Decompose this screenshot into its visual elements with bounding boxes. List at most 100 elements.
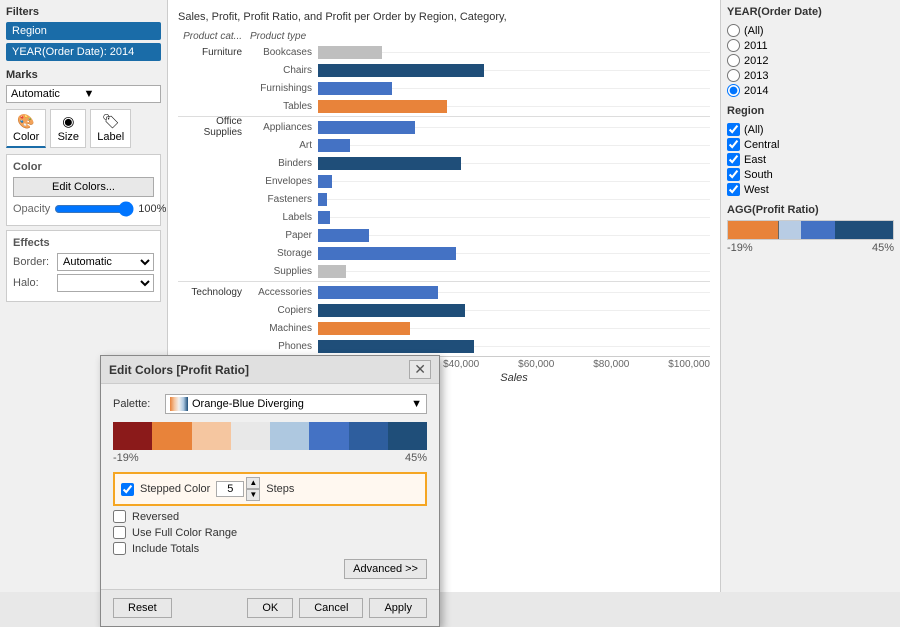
subcategory-label: Envelopes (248, 176, 318, 187)
bar (318, 193, 327, 206)
steps-down-arrow[interactable]: ▼ (246, 489, 260, 501)
color-step-1[interactable] (113, 422, 152, 450)
dialog-title: Edit Colors [Profit Ratio] (109, 363, 249, 377)
steps-input[interactable]: 5 (216, 481, 244, 497)
bar (318, 64, 484, 77)
region-checkbox-item: Central (727, 138, 894, 151)
reversed-checkbox[interactable] (113, 510, 126, 523)
full-color-row: Use Full Color Range (113, 526, 427, 539)
region-label: (All) (744, 124, 764, 136)
color-step-6[interactable] (309, 422, 348, 450)
region-checkbox-East[interactable] (727, 153, 740, 166)
border-select[interactable]: Automatic (57, 253, 154, 271)
opacity-label: Opacity (13, 203, 50, 215)
agg-title: AGG(Profit Ratio) (727, 204, 894, 216)
size-mark-btn[interactable]: ◉ Size (50, 109, 86, 148)
chart-title: Sales, Profit, Profit Ratio, and Profit … (168, 0, 720, 27)
region-checkboxes: (All)CentralEastSouthWest (727, 123, 894, 196)
year-radio-2014[interactable] (727, 84, 740, 97)
strip-min: -19% (113, 452, 139, 464)
palette-dropdown[interactable]: Orange-Blue Diverging ▼ (165, 394, 427, 414)
marks-title: Marks (6, 69, 161, 81)
filter-region[interactable]: Region (6, 22, 161, 40)
reset-button[interactable]: Reset (113, 598, 172, 618)
edit-colors-button[interactable]: Edit Colors... (13, 177, 154, 197)
subcategory-label: Paper (248, 230, 318, 241)
bar-area (318, 121, 710, 134)
bar (318, 139, 350, 152)
full-color-checkbox[interactable] (113, 526, 126, 539)
agg-section: AGG(Profit Ratio) -19% 45% (727, 204, 894, 254)
stepped-checkbox[interactable] (121, 483, 134, 496)
color-step-3[interactable] (192, 422, 231, 450)
color-mark-btn[interactable]: 🎨 Color (6, 109, 46, 148)
year-radio-2013[interactable] (727, 69, 740, 82)
subcategory-label: Binders (248, 158, 318, 169)
dialog-close-button[interactable]: ✕ (409, 360, 431, 379)
ok-button[interactable]: OK (247, 598, 293, 618)
filter-year[interactable]: YEAR(Order Date): 2014 (6, 43, 161, 61)
region-checkbox-(All)[interactable] (727, 123, 740, 136)
subcategory-label: Art (248, 140, 318, 151)
bar (318, 157, 461, 170)
halo-row: Halo: (13, 274, 154, 292)
color-step-4[interactable] (231, 422, 270, 450)
table-row: TechnologyAccessories (178, 284, 710, 300)
full-color-label: Use Full Color Range (132, 527, 237, 539)
color-step-7[interactable] (349, 422, 388, 450)
table-row: Paper (178, 227, 710, 243)
dialog-body: Palette: Orange-Blue Diverging ▼ -19% 45… (101, 384, 439, 589)
color-step-2[interactable] (152, 422, 191, 450)
year-radio-(All)[interactable] (727, 24, 740, 37)
subcategory-label: Storage (248, 248, 318, 259)
year-radio-label: 2014 (744, 85, 768, 97)
bar-area (318, 286, 710, 299)
apply-button[interactable]: Apply (369, 598, 427, 618)
footer-right-buttons: OK Cancel Apply (247, 598, 427, 618)
col-headers: Product cat... Product type (178, 31, 710, 42)
bar-area (318, 64, 710, 77)
color-strip[interactable] (113, 422, 427, 450)
steps-arrows: ▲ ▼ (246, 477, 260, 501)
stepped-color-row: Stepped Color 5 ▲ ▼ Steps (113, 472, 427, 506)
bar-area (318, 82, 710, 95)
year-radio-2011[interactable] (727, 39, 740, 52)
advanced-button[interactable]: Advanced >> (344, 559, 427, 579)
year-radio-2012[interactable] (727, 54, 740, 67)
subcategory-label: Supplies (248, 266, 318, 277)
border-row: Border: Automatic (13, 253, 154, 271)
region-checkbox-South[interactable] (727, 168, 740, 181)
cancel-button[interactable]: Cancel (299, 598, 363, 618)
agg-range: -19% 45% (727, 242, 894, 254)
marks-type-value: Automatic (11, 88, 84, 100)
year-radio-item: 2014 (727, 84, 894, 97)
bar-area (318, 322, 710, 335)
subcategory-label: Bookcases (248, 47, 318, 58)
bar (318, 175, 332, 188)
include-totals-checkbox[interactable] (113, 542, 126, 555)
opacity-slider[interactable] (54, 203, 134, 215)
x-axis-label: $60,000 (518, 359, 554, 370)
bar-area (318, 139, 710, 152)
include-totals-row: Include Totals (113, 542, 427, 555)
region-checkbox-Central[interactable] (727, 138, 740, 151)
color-step-8[interactable] (388, 422, 427, 450)
category-divider (178, 281, 710, 282)
palette-value: Orange-Blue Diverging (192, 398, 411, 410)
steps-up-arrow[interactable]: ▲ (246, 477, 260, 489)
effects-title: Effects (13, 237, 154, 249)
color-btn-label: Color (13, 131, 39, 143)
region-label: West (744, 184, 769, 196)
table-row: Art (178, 137, 710, 153)
halo-select[interactable] (57, 274, 154, 292)
marks-type-dropdown[interactable]: Automatic ▼ (6, 85, 161, 103)
bar (318, 121, 415, 134)
strip-labels: -19% 45% (113, 452, 427, 464)
region-checkbox-West[interactable] (727, 183, 740, 196)
table-row: Fasteners (178, 191, 710, 207)
bar-rows-container: FurnitureBookcasesChairsFurnishingsTable… (178, 44, 710, 354)
bar (318, 286, 438, 299)
color-step-5[interactable] (270, 422, 309, 450)
label-mark-btn[interactable]: 🏷 Label (90, 109, 131, 148)
bar (318, 265, 346, 278)
